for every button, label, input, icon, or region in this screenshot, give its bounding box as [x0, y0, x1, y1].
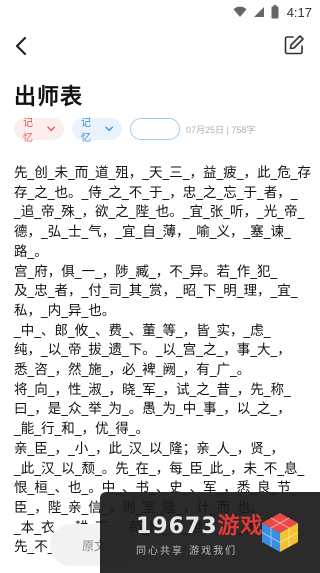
- signal-icon: [253, 7, 264, 17]
- watermark-sub: 同心共享 游戏我们: [136, 546, 238, 557]
- text-line: 悉_咨_，然_施_，必_裨_阙_，有_广_。: [14, 362, 251, 379]
- memory-tag-blue[interactable]: 记忆: [72, 118, 122, 144]
- wifi-icon: [233, 6, 247, 17]
- edit-button[interactable]: [282, 33, 306, 57]
- text-line: 及_忠_者，_付_司_其_赏，_昭_下_明_理，_宜_: [14, 283, 298, 300]
- memory-tag-red-label: 记忆: [23, 118, 33, 144]
- status-icons: 4:17: [233, 4, 312, 20]
- text-line: 曰_，是_众_举_为_。愚_为_中_事_，以_之_，: [14, 401, 291, 418]
- chevron-down-icon: [104, 126, 113, 132]
- text-line: 先_创_未_而_道_殂，_天_三_，益_疲_，此_危_存: [14, 165, 311, 181]
- watermark-main: 19673游戏: [136, 508, 264, 540]
- watermark-number: 19673: [136, 514, 218, 539]
- page-title: 出师表: [14, 85, 84, 110]
- memory-tag-red[interactable]: 记忆: [14, 118, 64, 144]
- chevron-down-icon: [46, 126, 55, 132]
- watermark: 19673游戏 同心共享 游戏我们: [100, 492, 320, 573]
- date-wordcount: 07月25日 | 758字: [186, 124, 256, 135]
- top-bar: [0, 24, 320, 68]
- text-line: 宫_府，俱_一_，陟_臧_，不_异。若_作_犯_: [14, 263, 278, 280]
- status-bar: 4:17: [0, 0, 320, 24]
- battery-icon: [271, 5, 279, 19]
- text-line: 亲_臣_，_小_，此_汉_以_隆；亲_人_，贤_，: [14, 440, 284, 457]
- empty-tag-input[interactable]: [130, 118, 180, 140]
- watermark-accent: 游戏: [217, 514, 264, 539]
- watermark-text: 19673游戏 同心共享 游戏我们: [136, 508, 264, 557]
- text-line: 将_向_，性_淑_，晓_军_，试_之_昔_，先_称_: [14, 381, 291, 398]
- text-line: 存_之_也。_侍_之_不_于_，忠_之_忘_于_者，_: [14, 184, 298, 201]
- chevron-left-icon: [15, 36, 27, 56]
- text-line: 私，_内_异_也。: [14, 302, 116, 319]
- memory-tag-blue-label: 记忆: [81, 118, 91, 144]
- cube-logo-icon: [261, 513, 299, 552]
- text-line: 德，_弘_士_气，_宜_自_薄，_喻_义，_塞_谏_: [14, 224, 291, 241]
- edit-icon: [284, 35, 304, 55]
- status-time: 4:17: [286, 4, 312, 20]
- text-line: _中_、郎_攸_、费_、董_等_，皆_实，_虑_: [14, 322, 271, 339]
- text-line: 路_。: [14, 243, 48, 260]
- text-line: _追_帝_殊_，欲_之_陛_也。_宜_张_听，_光_帝_: [14, 204, 305, 221]
- back-button[interactable]: [10, 34, 34, 58]
- tag-row: 记忆 记忆 07月25日 | 758字: [14, 118, 256, 144]
- text-line: 纯，_以_帝_拔_遗_下。_以_宫_之_，事_大_，: [14, 342, 291, 359]
- text-line: _能_行_和_，优_得_。: [14, 421, 149, 438]
- text-line: _此_汉_以_颓_。先_在_，每_臣_此_，未_不_息_: [14, 460, 305, 477]
